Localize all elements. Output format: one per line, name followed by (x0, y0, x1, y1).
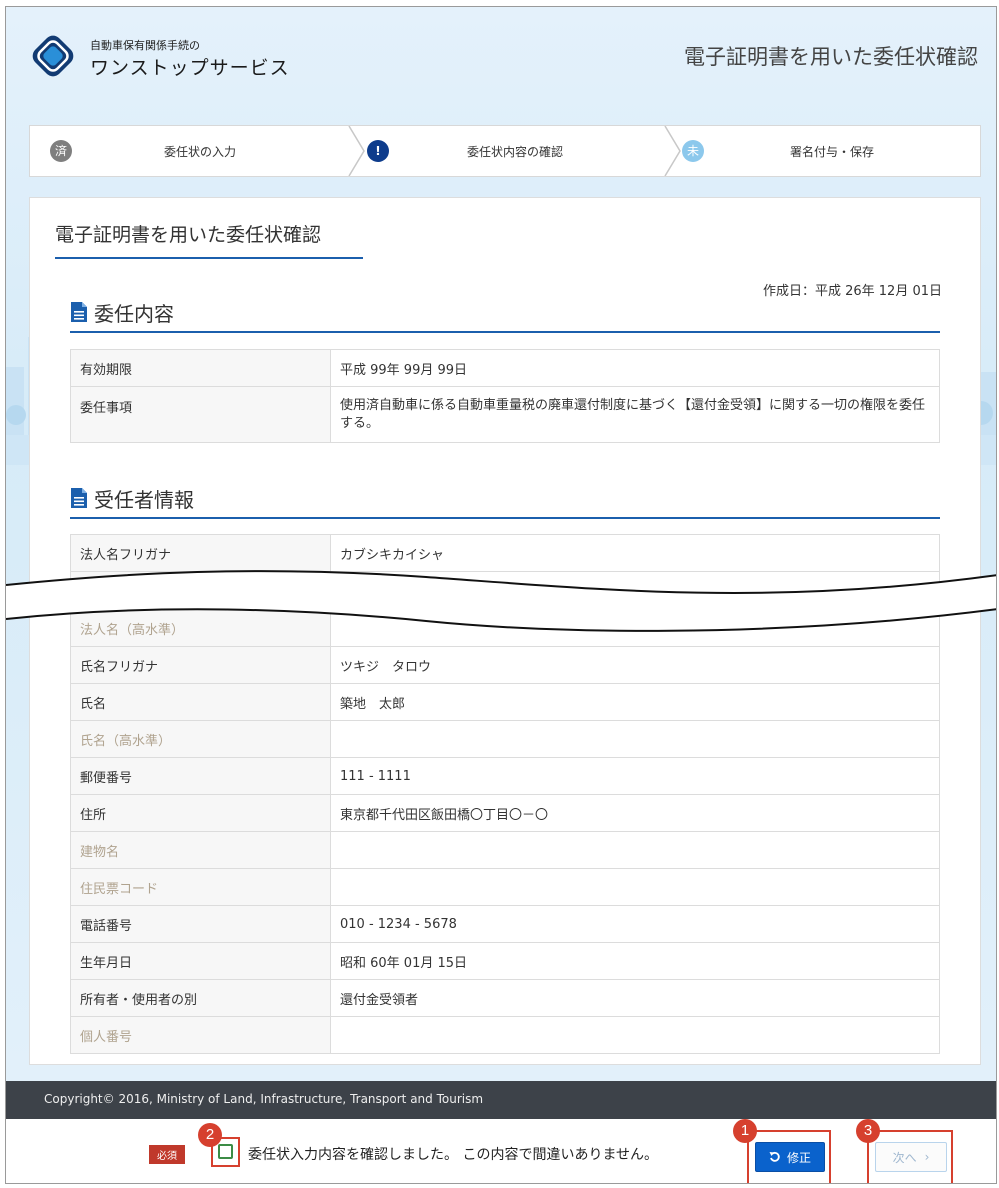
row-key: 氏名（高水準） (70, 720, 331, 758)
row-value: 使用済自動車に係る自動車重量税の廃車還付制度に基づく【還付金受領】に関する一切の… (330, 386, 940, 443)
step-3-badge: 未 (682, 140, 704, 162)
confirm-text: 委任状入力内容を確認しました。 この内容で間違いありません。 (248, 1147, 659, 1163)
row-value: ツキジ タロウ (330, 646, 940, 684)
table-row: 建物名 (70, 831, 940, 869)
table-row: 郵便番号 111 - 1111 (70, 757, 940, 795)
row-value: 平成 99年 99月 99日 (330, 349, 940, 387)
required-badge: 必須 (149, 1145, 185, 1164)
row-key: 法人名フリガナ (70, 534, 331, 572)
callout-2: 2 (198, 1123, 222, 1147)
table-row: 有効期限 平成 99年 99月 99日 (70, 349, 940, 387)
row-value: 010 - 1234 - 5678 (330, 905, 940, 943)
step-chevron-icon (348, 126, 365, 176)
copyright-text: Copyright© 2016, Ministry of Land, Infra… (44, 1092, 484, 1106)
row-value: カブシキカイシャ (330, 534, 940, 572)
table-row: 個人番号 (70, 1016, 940, 1054)
row-key: 所有者・使用者の別 (70, 979, 331, 1017)
table-row: 法人名フリガナ カブシキカイシャ (70, 534, 940, 572)
delegation-table: 有効期限 平成 99年 99月 99日 委任事項 使用済自動車に係る自動車重量税… (70, 349, 940, 443)
progress-steps: 済 委任状の入力 ! 委任状内容の確認 未 署名付与・保存 (29, 125, 981, 177)
row-key: 建物名 (70, 831, 331, 869)
step-1-label: 委任状の入力 (164, 145, 237, 159)
fix-button-label: 修正 (786, 1150, 811, 1165)
row-value (330, 831, 940, 869)
row-key: 委任事項 (70, 386, 331, 443)
row-key: 個人番号 (70, 1016, 331, 1054)
fix-button[interactable]: 修正 (755, 1142, 825, 1172)
row-key: 郵便番号 (70, 757, 331, 795)
section-heading-proxy: 受任者情報 (70, 484, 940, 519)
next-button-label: 次へ (892, 1150, 917, 1165)
table-row: 住民票コード (70, 868, 940, 906)
table-row: 生年月日 昭和 60年 01月 15日 (70, 942, 940, 980)
row-key: 氏名フリガナ (70, 646, 331, 684)
table-row: 氏名 築地 太郎 (70, 683, 940, 721)
row-key: 電話番号 (70, 905, 331, 943)
proxy-table-bottom: 法人名（高水準） 氏名フリガナ ツキジ タロウ 氏名 築地 太郎 氏名（高水準）… (70, 609, 940, 1054)
row-value: 東京都千代田区飯田橋〇丁目〇－〇 (330, 794, 940, 832)
row-value: 築地 太郎 (330, 683, 940, 721)
row-key: 住民票コード (70, 868, 331, 906)
row-value (330, 1016, 940, 1054)
row-value: 還付金受領者 (330, 979, 940, 1017)
row-value: 111 - 1111 (330, 757, 940, 795)
logo-title: ワンストップサービス (90, 57, 290, 79)
document-icon (71, 488, 87, 508)
table-row: 住所 東京都千代田区飯田橋〇丁目〇－〇 (70, 794, 940, 832)
page-header-title: 電子証明書を用いた委任状確認 (684, 45, 978, 69)
table-row: 氏名（高水準） (70, 720, 940, 758)
footer: Copyright© 2016, Ministry of Land, Infra… (6, 1081, 996, 1119)
confirm-checkbox[interactable] (218, 1144, 233, 1159)
next-button[interactable]: 次へ › (875, 1142, 947, 1172)
logo-subtitle: 自動車保有関係手続の (90, 39, 200, 52)
row-key: 生年月日 (70, 942, 331, 980)
row-value (330, 868, 940, 906)
next-button-highlight: 次へ › (867, 1130, 953, 1183)
fix-button-highlight: 修正 (747, 1130, 831, 1183)
logo-icon (32, 35, 74, 77)
step-1-badge: 済 (50, 140, 72, 162)
row-value: 昭和 60年 01月 15日 (330, 942, 940, 980)
section-heading-delegation: 委任内容 (70, 298, 940, 333)
undo-icon (769, 1151, 780, 1162)
table-row: 電話番号 010 - 1234 - 5678 (70, 905, 940, 943)
created-date: 作成日：平成 26年 12月 01日 (762, 284, 942, 299)
table-row: 所有者・使用者の別 還付金受領者 (70, 979, 940, 1017)
row-key: 住所 (70, 794, 331, 832)
step-2-badge: ! (367, 140, 389, 162)
action-bar: 必須 2 委任状入力内容を確認しました。 この内容で間違いありません。 修正 1… (6, 1119, 996, 1183)
callout-1: 1 (733, 1119, 757, 1143)
document-icon (71, 302, 87, 322)
step-3-label: 署名付与・保存 (790, 145, 875, 159)
table-row: 委任事項 使用済自動車に係る自動車重量税の廃車還付制度に基づく【還付金受領】に関… (70, 386, 940, 443)
app-frame: 自動車保有関係手続の ワンストップサービス 電子証明書を用いた委任状確認 済 委… (5, 6, 997, 1184)
row-key: 有効期限 (70, 349, 331, 387)
chevron-right-icon: › (924, 1150, 930, 1164)
page-break-wave (6, 570, 996, 632)
step-chevron-icon (664, 126, 681, 176)
callout-3: 3 (856, 1119, 880, 1143)
section-heading-text: 受任者情報 (94, 488, 194, 512)
panel-title: 電子証明書を用いた委任状確認 (55, 220, 363, 259)
row-value (330, 720, 940, 758)
section-heading-text: 委任内容 (94, 302, 174, 326)
table-row: 氏名フリガナ ツキジ タロウ (70, 646, 940, 684)
step-2-label: 委任状内容の確認 (467, 145, 564, 159)
row-key: 氏名 (70, 683, 331, 721)
site-header: 自動車保有関係手続の ワンストップサービス 電子証明書を用いた委任状確認 (6, 7, 996, 117)
